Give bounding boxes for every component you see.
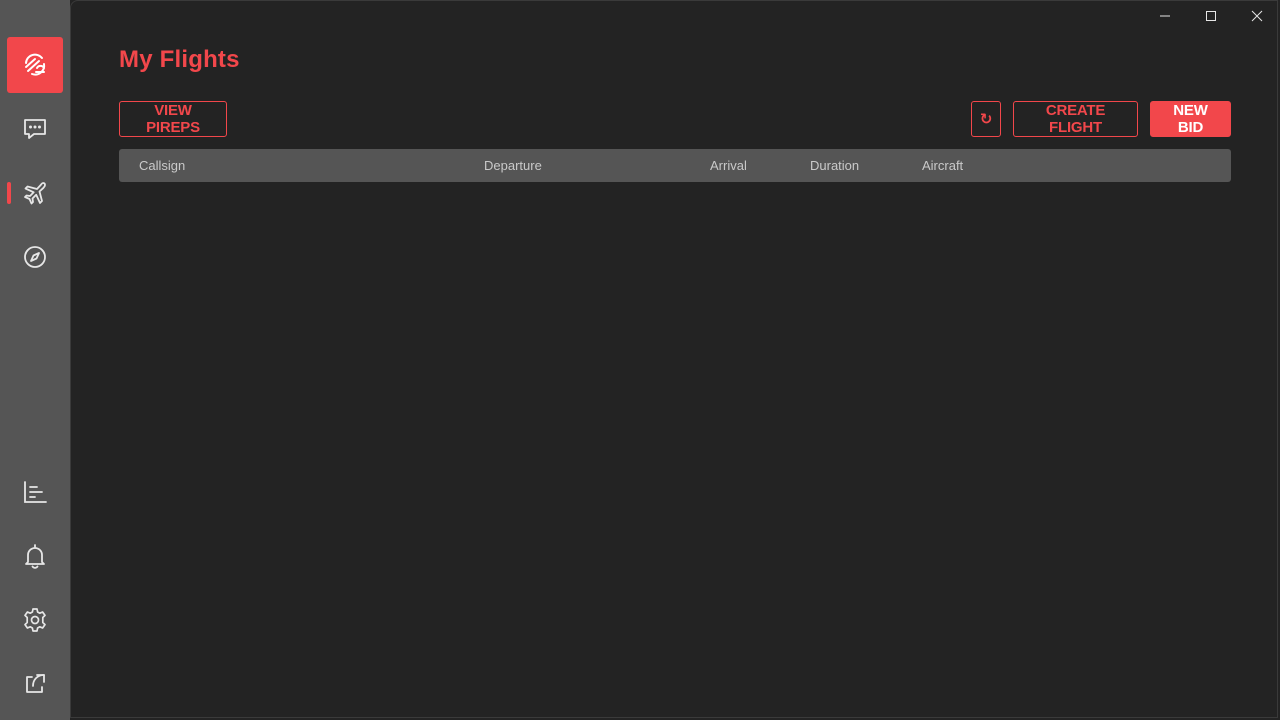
- compass-icon: [24, 246, 46, 268]
- column-header-departure[interactable]: Departure: [484, 149, 542, 182]
- maximize-icon: [1206, 11, 1216, 21]
- airplane-icon: [24, 182, 46, 205]
- bell-icon: [25, 544, 45, 569]
- column-header-callsign[interactable]: Callsign: [139, 149, 185, 182]
- sidebar-item-settings[interactable]: [7, 592, 63, 648]
- create-flight-button[interactable]: CREATE FLIGHT: [1013, 101, 1138, 137]
- close-icon: [1251, 10, 1263, 22]
- sidebar-item-stats[interactable]: [7, 464, 63, 520]
- sidebar-item-flights[interactable]: [7, 165, 63, 221]
- app-window: My Flights VIEW PIREPS ↻ CREATE FLIGHT N…: [0, 0, 1280, 720]
- sidebar-item-chat[interactable]: [7, 101, 63, 157]
- refresh-icon: ↻: [979, 111, 993, 128]
- window-controls: [1142, 0, 1280, 32]
- column-header-arrival[interactable]: Arrival: [710, 149, 747, 182]
- sidebar-item-notifications[interactable]: [7, 528, 63, 584]
- sidebar-item-share[interactable]: [7, 656, 63, 712]
- share-icon: [26, 674, 45, 693]
- page-title: My Flights: [119, 46, 240, 73]
- sidebar: [0, 0, 70, 720]
- gear-icon: [24, 608, 46, 632]
- sidebar-item-explore[interactable]: [7, 229, 63, 285]
- flights-table-header: Callsign Departure Arrival Duration Airc…: [119, 149, 1231, 182]
- stats-icon: [24, 481, 47, 503]
- sidebar-item-home[interactable]: [7, 37, 63, 93]
- maximize-button[interactable]: [1188, 0, 1234, 32]
- close-button[interactable]: [1234, 0, 1280, 32]
- refresh-button[interactable]: ↻: [971, 101, 1001, 137]
- column-header-aircraft[interactable]: Aircraft: [922, 149, 963, 182]
- chat-icon: [24, 119, 46, 139]
- minimize-button[interactable]: [1142, 0, 1188, 32]
- minimize-icon: [1160, 15, 1170, 17]
- new-bid-button[interactable]: NEW BID: [1150, 101, 1231, 137]
- column-header-duration[interactable]: Duration: [810, 149, 859, 182]
- view-pireps-button[interactable]: VIEW PIREPS: [119, 101, 227, 137]
- app-logo-icon: [25, 53, 46, 76]
